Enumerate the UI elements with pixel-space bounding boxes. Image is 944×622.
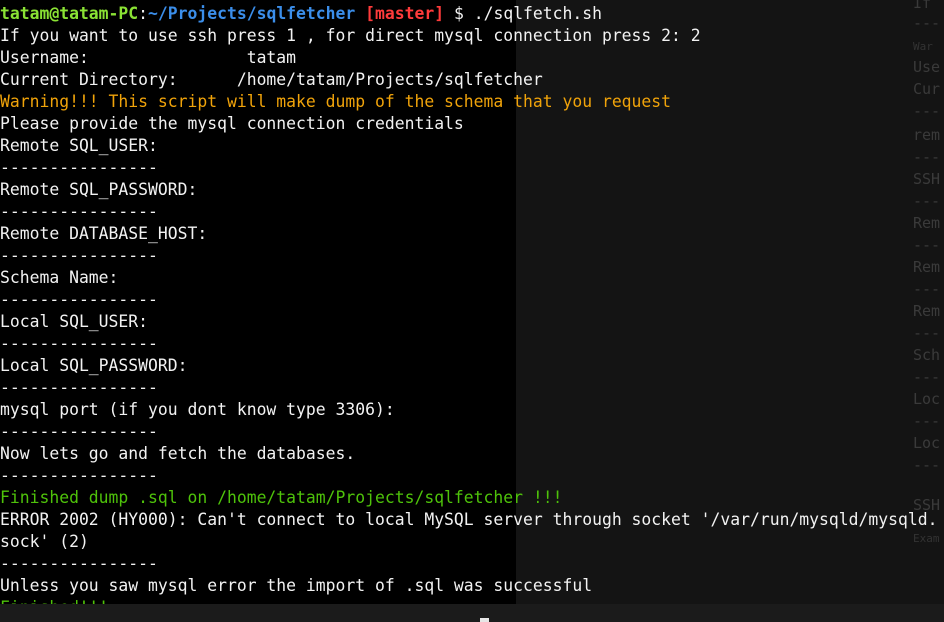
text-cursor [480, 618, 489, 622]
git-branch: [master] [365, 4, 445, 23]
prompt-line: tatam@tatam-PC:~/Projects/sqlfetcher [ma… [0, 3, 944, 25]
local-sql-user-line: Local SQL_USER: [0, 312, 149, 331]
prompt-colon: : [138, 4, 149, 23]
username-line: Username: tatam [0, 48, 297, 67]
current-directory-line: Current Directory: /home/tatam/Projects/… [0, 70, 543, 89]
separator-line: ---------------- [0, 290, 158, 309]
separator-line: ---------------- [0, 246, 158, 265]
remote-sql-password-line: Remote SQL_PASSWORD: [0, 180, 198, 199]
command-text: ./sqlfetch.sh [473, 4, 603, 23]
import-status-line: Unless you saw mysql error the import of… [0, 576, 593, 595]
separator-line: ---------------- [0, 334, 158, 353]
connection-choice-line: If you want to use ssh press 1 , for dir… [0, 26, 701, 45]
warning-line: Warning!!! This script will make dump of… [0, 92, 672, 111]
provide-credentials-line: Please provide the mysql connection cred… [0, 114, 464, 133]
separator-line: ---------------- [0, 466, 158, 485]
fetch-databases-line: Now lets go and fetch the databases. [0, 444, 356, 463]
prompt-symbol: $ [453, 4, 464, 23]
mysql-error-line-continued: sock' (2) [0, 532, 89, 551]
separator-line: ---------------- [0, 378, 158, 397]
prompt-user-host: tatam@tatam-PC [0, 4, 139, 23]
status-bar [0, 604, 944, 622]
separator-line: ---------------- [0, 158, 158, 177]
schema-name-line: Schema Name: [0, 268, 119, 287]
terminal-output[interactable]: tatam@tatam-PC:~/Projects/sqlfetcher [ma… [0, 3, 944, 619]
remote-database-host-line: Remote DATABASE_HOST: [0, 224, 208, 243]
prompt-path: ~/Projects/sqlfetcher [148, 4, 356, 23]
separator-line: ---------------- [0, 422, 158, 441]
remote-sql-user-line: Remote SQL_USER: [0, 136, 158, 155]
separator-line: ---------------- [0, 554, 158, 573]
finished-dump-line: Finished dump .sql on /home/tatam/Projec… [0, 488, 563, 507]
mysql-port-line: mysql port (if you dont know type 3306): [0, 400, 395, 419]
separator-line: ---------------- [0, 202, 158, 221]
local-sql-password-line: Local SQL_PASSWORD: [0, 356, 188, 375]
mysql-error-line: ERROR 2002 (HY000): Can't connect to loc… [0, 510, 938, 529]
